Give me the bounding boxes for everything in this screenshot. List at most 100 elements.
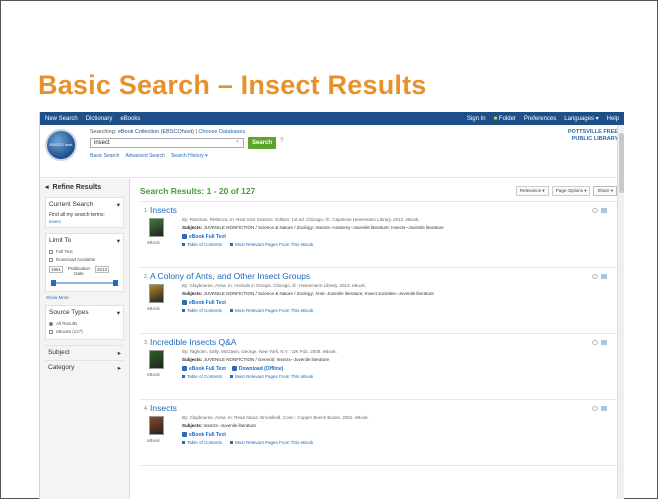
show-more-link[interactable]: Show More	[46, 295, 124, 300]
search-help-icon[interactable]: ?	[280, 138, 283, 144]
advanced-search-link[interactable]: Advanced Search	[125, 153, 164, 159]
full-text-links: eBook Full Text	[182, 234, 226, 240]
result-title-link[interactable]: Insects	[150, 205, 177, 215]
subjects-label: Subjects:	[182, 423, 203, 428]
preview-magnifier-icon[interactable]	[592, 208, 598, 213]
current-term-link[interactable]: insect	[49, 219, 120, 224]
share-dropdown[interactable]: Share ▾	[593, 186, 617, 196]
result-title-link[interactable]: Incredible Insects Q&A	[150, 337, 236, 347]
ebook-full-text-link[interactable]: eBook Full Text	[182, 432, 226, 438]
download-offline-link[interactable]: Download (Offline)	[231, 366, 284, 372]
ebook-full-text-link[interactable]: eBook Full Text	[182, 234, 226, 240]
download-offline-label: Download (Offline)	[238, 366, 284, 372]
date-slider-handle-max[interactable]	[113, 280, 118, 286]
nav-help[interactable]: Help	[607, 116, 619, 122]
pages-icon	[230, 375, 234, 379]
nav-new-search[interactable]: New Search	[45, 116, 78, 122]
basic-search-link[interactable]: Basic Search	[90, 153, 119, 159]
refine-results-header[interactable]: ◂ Refine Results	[45, 183, 124, 192]
library-name-line2: PUBLIC LIBRARY	[571, 136, 618, 142]
nav-languages[interactable]: Languages ▾	[564, 115, 598, 122]
book-cover-image[interactable]	[149, 218, 164, 237]
scrollbar-thumb[interactable]	[619, 133, 624, 193]
result-item: 4. Insects eBook By: Claybourne, Anna. In: …	[140, 400, 617, 466]
search-history-link[interactable]: Search History ▾	[171, 153, 208, 159]
full-text-label: Full Text	[56, 249, 73, 254]
checkbox-icon[interactable]	[49, 330, 53, 334]
secondary-links: Table of Contents Most Relevant Pages Fro…	[182, 440, 313, 445]
subject-label: Subject	[48, 349, 70, 356]
subject-facet[interactable]: Subject ▸	[45, 345, 124, 360]
library-name-line1: POTTSVILLE FREE	[567, 129, 618, 135]
search-button[interactable]: Search	[248, 137, 276, 149]
page-scrollbar[interactable]	[617, 125, 624, 499]
nav-sign-in[interactable]: Sign In	[467, 116, 486, 122]
sort-relevance-dropdown[interactable]: Relevance ▾	[515, 186, 549, 196]
radio-icon[interactable]	[49, 322, 53, 326]
result-citation: By: Tagholm, Sally. McGavin, George. New…	[182, 349, 337, 354]
add-to-folder-icon[interactable]	[601, 274, 607, 279]
checkbox-icon[interactable]	[49, 250, 53, 254]
nav-dictionary[interactable]: Dictionary	[86, 116, 113, 122]
result-title-link[interactable]: A Colony of Ants, and Other Insect Group…	[150, 271, 310, 281]
ebook-icon	[182, 366, 187, 372]
nav-folder[interactable]: ■ Folder	[494, 116, 516, 122]
full-text-checkbox[interactable]: Full Text	[49, 248, 120, 256]
all-results-radio[interactable]: All Results	[49, 320, 120, 328]
ebsco-logo[interactable]: EBSCO host	[45, 129, 77, 161]
table-of-contents-link[interactable]: Table of Contents	[182, 374, 222, 379]
choose-databases-link[interactable]: Choose Databases	[198, 129, 245, 135]
date-slider-track	[51, 282, 118, 284]
toc-icon	[182, 375, 185, 379]
subjects-label: Subjects:	[182, 291, 203, 296]
preview-magnifier-icon[interactable]	[592, 274, 598, 279]
date-slider[interactable]	[51, 280, 118, 286]
search-input[interactable]: insect	[90, 138, 244, 148]
results-header: Search Results: 1 - 20 of 127 Relevance …	[140, 184, 617, 198]
result-subjects: Subjects: JUVENILE NONFICTION / Science …	[182, 291, 434, 296]
result-actions	[592, 274, 607, 279]
nav-ebooks[interactable]: eBooks	[120, 116, 140, 122]
checkbox-icon[interactable]	[49, 258, 53, 262]
result-title-link[interactable]: Insects	[150, 403, 177, 413]
date-slider-handle-min[interactable]	[51, 280, 56, 286]
current-search-title[interactable]: Current Search ▾	[49, 201, 120, 209]
collapse-arrow-icon[interactable]: ◂	[45, 183, 49, 191]
result-number: 3.	[144, 340, 149, 346]
source-types-title[interactable]: Source Types ▾	[49, 309, 120, 317]
chevron-icon: ▾	[116, 238, 120, 245]
clear-search-icon[interactable]: ×	[236, 139, 239, 145]
result-item: 1. Insects eBook By: Rissman, Rebecca. In: …	[140, 202, 617, 268]
publication-type-label: eBook	[147, 438, 160, 443]
add-to-folder-icon[interactable]	[601, 406, 607, 411]
refine-results-label: Refine Results	[52, 183, 102, 191]
most-relevant-pages-link[interactable]: Most Relevant Pages From This eBook	[230, 308, 313, 313]
table-of-contents-link[interactable]: Table of Contents	[182, 242, 222, 247]
date-to-input[interactable]: 2013	[95, 266, 110, 273]
ebook-full-text-link[interactable]: eBook Full Text	[182, 300, 226, 306]
table-of-contents-link[interactable]: Table of Contents	[182, 308, 222, 313]
ebook-icon	[182, 432, 187, 438]
most-relevant-pages-link[interactable]: Most Relevant Pages From This eBook	[230, 242, 313, 247]
add-to-folder-icon[interactable]	[601, 340, 607, 345]
table-of-contents-link[interactable]: Table of Contents	[182, 440, 222, 445]
add-to-folder-icon[interactable]	[601, 208, 607, 213]
book-cover-image[interactable]	[149, 350, 164, 369]
category-facet[interactable]: Category ▸	[45, 360, 124, 375]
date-from-input[interactable]: 1961	[49, 266, 64, 273]
download-available-checkbox[interactable]: Download Available	[49, 256, 120, 264]
most-relevant-pages-link[interactable]: Most Relevant Pages From This eBook	[230, 440, 313, 445]
preview-magnifier-icon[interactable]	[592, 340, 598, 345]
preview-magnifier-icon[interactable]	[592, 406, 598, 411]
page-options-dropdown[interactable]: Page Options ▾	[551, 186, 591, 196]
book-cover-image[interactable]	[149, 416, 164, 435]
ebook-full-text-link[interactable]: eBook Full Text	[182, 366, 226, 372]
limit-to-title[interactable]: Limit To ▾	[49, 237, 120, 245]
result-citation: By: Claybourne, Anna. In: Animals in Gro…	[182, 283, 367, 288]
result-number: 2.	[144, 274, 149, 280]
nav-preferences[interactable]: Preferences	[524, 116, 556, 122]
most-relevant-pages-link[interactable]: Most Relevant Pages From This eBook	[230, 374, 313, 379]
ebooks-checkbox[interactable]: eBooks (127)	[49, 328, 120, 336]
download-available-label: Download Available	[56, 257, 96, 262]
book-cover-image[interactable]	[149, 284, 164, 303]
